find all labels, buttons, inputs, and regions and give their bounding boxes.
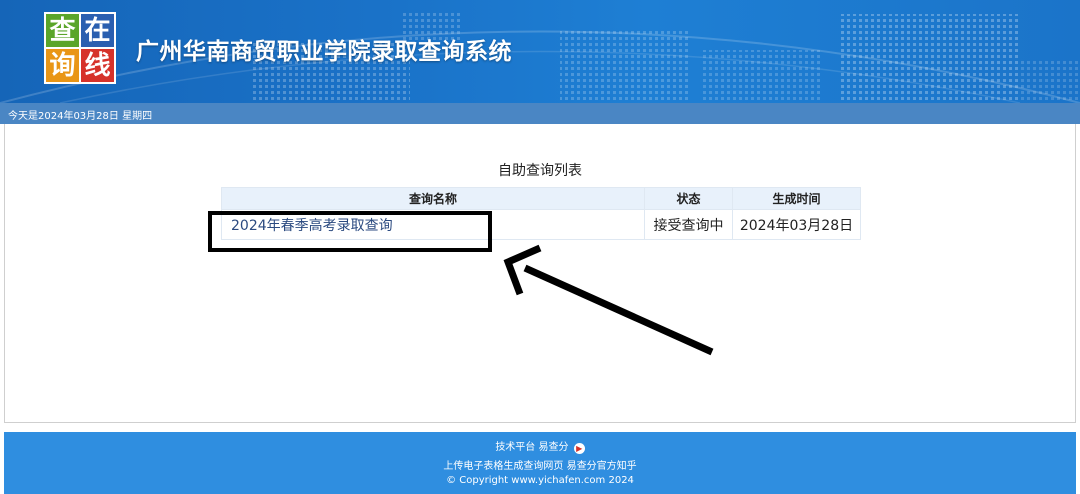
tech-platform-link[interactable]: 技术平台 易查分 [495,442,568,453]
footer-links[interactable]: 上传电子表格生成查询网页 易查分官方知乎 [4,457,1076,472]
site-footer: 技术平台 易查分 ▶ 上传电子表格生成查询网页 易查分官方知乎 © Copyri… [4,432,1076,494]
annotation-arrow-icon [503,244,714,356]
footer-copyright: © Copyright www.yichafen.com 2024 [446,475,634,486]
footer-tech-platform[interactable]: 技术平台 易查分 ▶ [4,438,1076,454]
yichafen-logo-icon: ▶ [573,443,585,454]
